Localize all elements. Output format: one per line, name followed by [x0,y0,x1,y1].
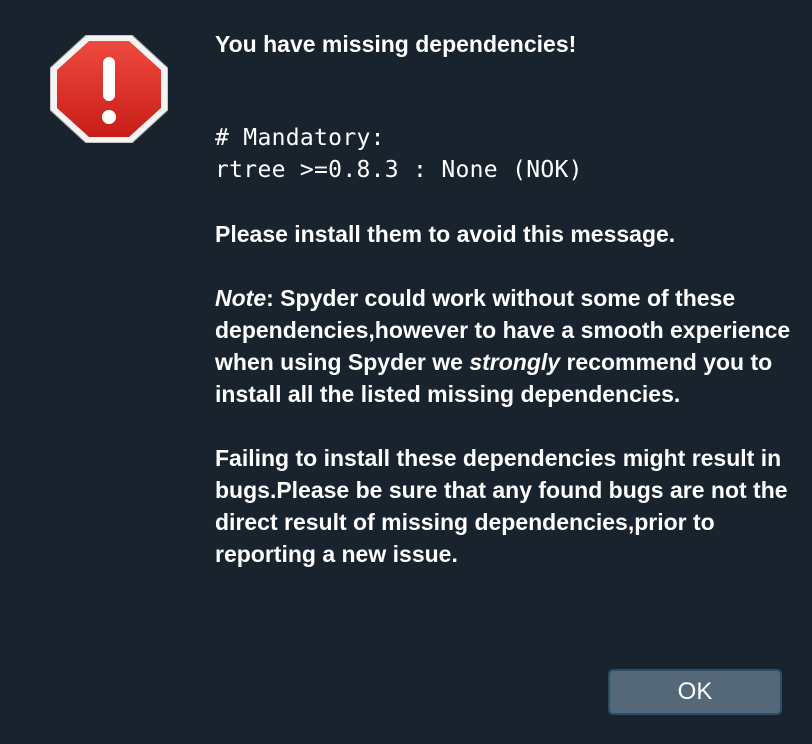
failing-message: Failing to install these dependencies mi… [215,445,788,567]
dependency-section-header: # Mandatory: [215,125,385,151]
dependency-item: rtree >=0.8.3 : None (NOK) [215,157,583,183]
note-emphasis: strongly [469,349,561,375]
error-stop-icon [49,34,169,144]
note-label: Note [215,285,267,311]
dependency-list: # Mandatory: rtree >=0.8.3 : None (NOK) [215,122,795,186]
install-message: Please install them to avoid this messag… [215,221,676,247]
ok-button[interactable]: OK [608,669,782,715]
note-message: Note: Spyder could work without some of … [215,282,795,410]
dialog-message: You have missing dependencies! # Mandato… [215,28,795,570]
dialog-title: You have missing dependencies! [215,31,577,57]
missing-dependencies-dialog: You have missing dependencies! # Mandato… [0,0,812,744]
